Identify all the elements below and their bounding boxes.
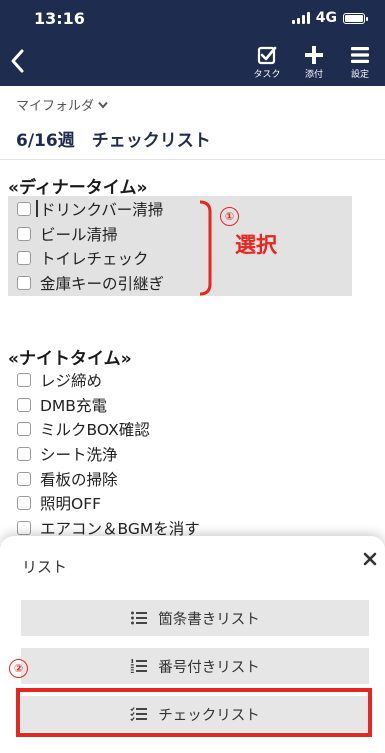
list-item: 金庫キーの引継ぎ bbox=[8, 271, 360, 296]
task-checkbox-icon bbox=[257, 46, 277, 65]
annotation-number-2: ② bbox=[9, 659, 28, 678]
section-title-night: «ナイトタイム» bbox=[8, 349, 132, 369]
item-text[interactable]: トイレチェック bbox=[40, 247, 149, 269]
item-text[interactable]: 照明OFF bbox=[40, 492, 101, 514]
list-item: ドリンクバー清掃 bbox=[8, 197, 360, 222]
annotation-select-label: 選択 bbox=[235, 233, 277, 257]
checkbox[interactable] bbox=[17, 276, 31, 291]
item-text[interactable]: 看板の掃除 bbox=[40, 468, 118, 490]
task-button[interactable]: タスク bbox=[247, 45, 287, 85]
settings-label: 設定 bbox=[350, 70, 369, 80]
folder-selector[interactable]: マイフォルダ bbox=[16, 95, 108, 114]
item-text[interactable]: 金庫キーの引継ぎ bbox=[40, 272, 164, 294]
bullet-list-label: 箇条書きリスト bbox=[158, 611, 260, 628]
list-item: 照明OFF bbox=[8, 491, 360, 516]
task-label: タスク bbox=[253, 70, 281, 80]
list-item: シート洗浄 bbox=[8, 442, 360, 467]
annotation-highlight-box bbox=[16, 688, 372, 737]
signal-icon bbox=[291, 12, 310, 24]
checkbox[interactable] bbox=[17, 520, 31, 535]
list-item: ビール清掃 bbox=[8, 222, 360, 247]
item-text[interactable]: シート洗浄 bbox=[40, 443, 118, 465]
close-icon[interactable] bbox=[362, 551, 378, 567]
checkbox[interactable] bbox=[17, 202, 31, 217]
settings-button[interactable]: 設定 bbox=[340, 45, 380, 85]
menu-icon bbox=[351, 47, 369, 63]
status-time: 13:16 bbox=[34, 9, 85, 28]
folder-label: マイフォルダ bbox=[16, 99, 95, 114]
item-text[interactable]: レジ締め bbox=[40, 369, 102, 391]
chevron-left-icon bbox=[11, 49, 24, 73]
checkbox[interactable] bbox=[17, 251, 31, 266]
list-item: 看板の掃除 bbox=[8, 466, 360, 491]
list-item: ミルクBOX確認 bbox=[8, 417, 360, 442]
attach-label: 添付 bbox=[304, 70, 323, 80]
list-type-sheet: リスト 箇条書きリスト 番号付きリスト チェックリスト ② bbox=[0, 536, 385, 753]
checkbox[interactable] bbox=[17, 496, 31, 511]
annotation-number-1: ① bbox=[220, 207, 239, 226]
checklist-dinner: ドリンクバー清掃 ビール清掃 トイレチェック 金庫キーの引継ぎ bbox=[8, 197, 360, 295]
checklist-night: レジ締め DMB充電 ミルクBOX確認 シート洗浄 看板の掃除 照明OFF エア… bbox=[8, 368, 360, 540]
checkbox[interactable] bbox=[17, 226, 31, 241]
list-item: トイレチェック bbox=[8, 246, 360, 271]
item-text[interactable]: ドリンクバー清掃 bbox=[40, 198, 163, 220]
bullet-list-icon bbox=[131, 611, 148, 625]
item-text[interactable]: ミルクBOX確認 bbox=[40, 418, 150, 440]
section-title-dinner: «ディナータイム» bbox=[8, 178, 148, 198]
checkbox[interactable] bbox=[17, 422, 31, 437]
numbered-list-icon bbox=[131, 659, 148, 673]
battery-icon bbox=[343, 12, 368, 24]
checkbox[interactable] bbox=[17, 373, 31, 388]
numbered-list-button[interactable]: 番号付きリスト bbox=[21, 648, 369, 684]
sheet-title: リスト bbox=[22, 558, 68, 576]
plus-icon bbox=[305, 46, 323, 64]
attach-button[interactable]: 添付 bbox=[294, 45, 334, 85]
chevron-down-icon bbox=[98, 101, 108, 109]
annotation-bracket bbox=[199, 200, 212, 296]
page-title: 6/16週 チェックリスト bbox=[16, 131, 211, 151]
item-text[interactable]: DMB充電 bbox=[40, 394, 107, 416]
divider bbox=[0, 159, 385, 160]
item-text[interactable]: ビール清掃 bbox=[40, 223, 118, 245]
checkbox[interactable] bbox=[17, 447, 31, 462]
status-indicators: 4G bbox=[291, 10, 368, 26]
top-bar: 13:16 4G タスク 添付 設定 bbox=[0, 0, 385, 86]
numbered-list-label: 番号付きリスト bbox=[158, 659, 260, 676]
list-item: DMB充電 bbox=[8, 393, 360, 418]
checkbox[interactable] bbox=[17, 471, 31, 486]
network-label: 4G bbox=[315, 10, 337, 26]
checkbox[interactable] bbox=[17, 397, 31, 412]
list-item: レジ締め bbox=[8, 368, 360, 393]
back-button[interactable] bbox=[6, 46, 30, 76]
bullet-list-button[interactable]: 箇条書きリスト bbox=[21, 600, 369, 636]
